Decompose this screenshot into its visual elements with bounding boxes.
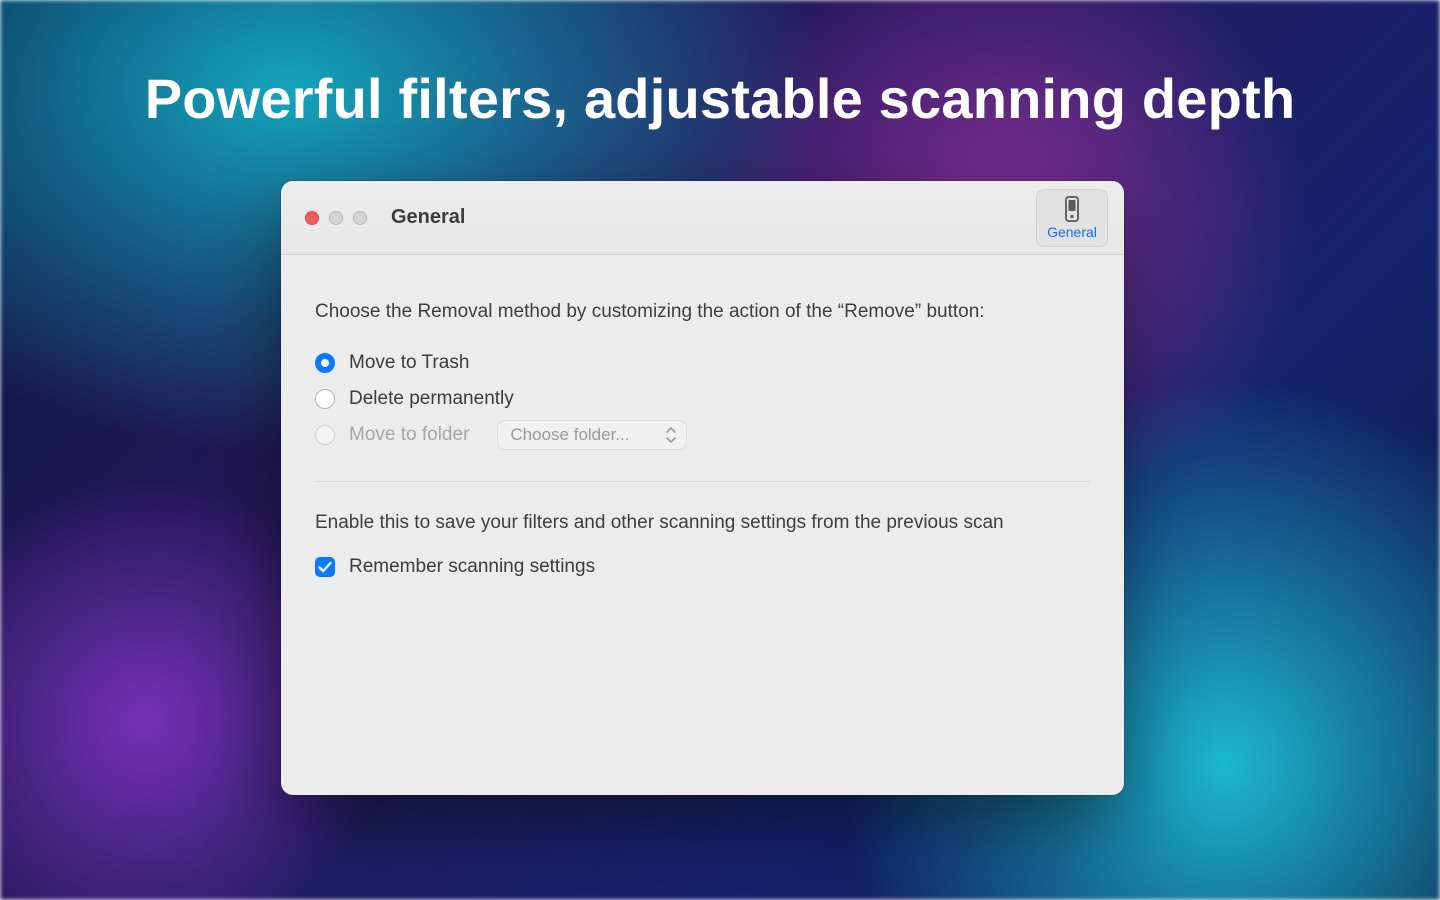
traffic-lights — [305, 211, 367, 225]
scanning-settings-description: Enable this to save your filters and oth… — [315, 512, 1090, 534]
tab-general[interactable]: General — [1036, 189, 1108, 247]
tab-general-label: General — [1047, 224, 1097, 240]
radio-label: Delete permanently — [349, 388, 514, 410]
stepper-chevrons-icon — [664, 425, 678, 445]
preferences-general-icon — [1061, 196, 1083, 222]
minimize-window-button[interactable] — [329, 211, 343, 225]
marketing-headline: Powerful filters, adjustable scanning de… — [0, 66, 1440, 131]
radio-move-to-folder[interactable]: Move to folder Choose folder... — [315, 417, 1090, 453]
removal-method-description: Choose the Removal method by customizing… — [315, 301, 1090, 323]
checkbox-remember-scanning-settings[interactable]: Remember scanning settings — [315, 556, 1090, 578]
preferences-window: General General Choose the Removal metho… — [281, 181, 1124, 795]
close-window-button[interactable] — [305, 211, 319, 225]
zoom-window-button[interactable] — [353, 211, 367, 225]
window-title: General — [391, 206, 465, 229]
titlebar: General General — [281, 181, 1124, 255]
checkbox-icon — [315, 557, 335, 577]
section-divider — [315, 481, 1090, 482]
checkbox-label: Remember scanning settings — [349, 556, 595, 578]
radio-delete-permanently[interactable]: Delete permanently — [315, 381, 1090, 417]
choose-folder-popup[interactable]: Choose folder... — [497, 420, 687, 450]
radio-label: Move to folder — [349, 424, 469, 446]
radio-label: Move to Trash — [349, 352, 469, 374]
window-content: Choose the Removal method by customizing… — [281, 255, 1124, 598]
radio-button-icon — [315, 353, 335, 373]
radio-move-to-trash[interactable]: Move to Trash — [315, 345, 1090, 381]
radio-button-icon — [315, 389, 335, 409]
popup-placeholder: Choose folder... — [510, 425, 629, 445]
radio-button-icon — [315, 425, 335, 445]
